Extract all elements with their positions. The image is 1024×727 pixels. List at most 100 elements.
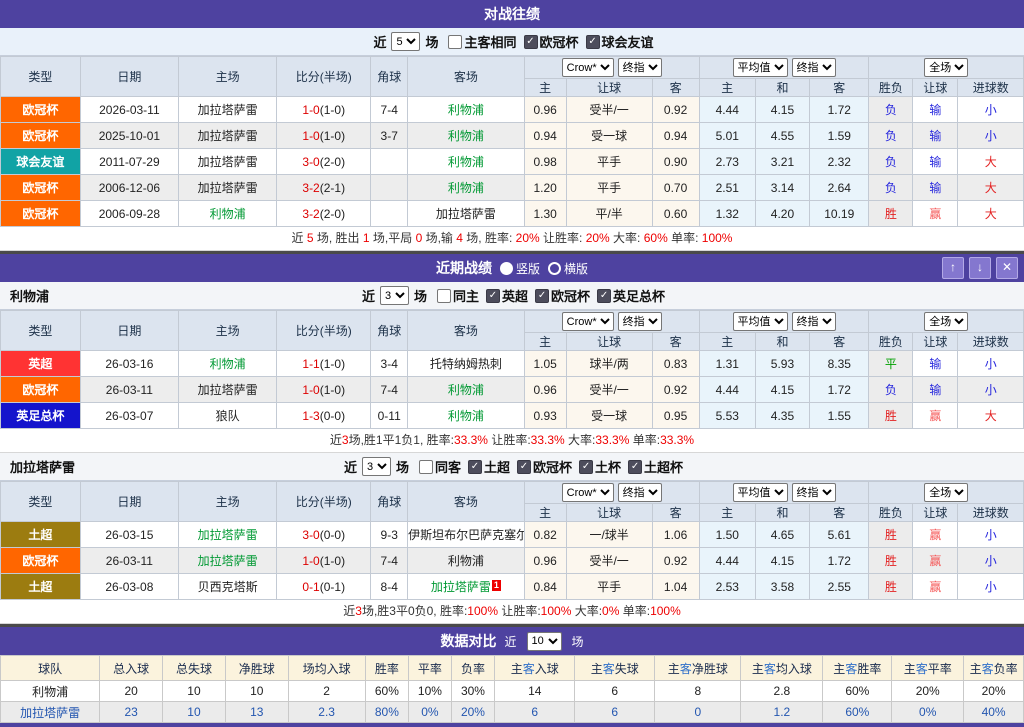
odds-handicap: 平/半 xyxy=(566,201,652,227)
h2h-count-select[interactable]: 5 xyxy=(391,32,420,51)
column-header: 主 xyxy=(699,333,755,351)
galatasaray-odds-primary-select[interactable]: Crow* xyxy=(562,483,614,502)
liverpool-scope-select[interactable]: 全场 xyxy=(924,312,968,331)
checkbox-label: 同客 xyxy=(435,457,461,476)
column-header: 类型 xyxy=(1,311,81,351)
odds-home: 1.05 xyxy=(524,351,566,377)
average-draw: 3.21 xyxy=(755,149,809,175)
team-name-liverpool: 利物浦 xyxy=(10,286,49,305)
galatasaray-filter-checkbox[interactable]: 同客 xyxy=(412,457,461,476)
match-score: 1-3(0-0) xyxy=(277,403,371,429)
h2h-average-secondary-select[interactable]: 终指 xyxy=(792,58,836,77)
liverpool-filter-checkbox[interactable]: ✓英超 xyxy=(479,286,528,305)
compare-column-header: 场均入球 xyxy=(288,656,365,681)
average-away: 1.59 xyxy=(810,123,869,149)
competition-badge: 欧冠杯 xyxy=(1,548,81,574)
match-date: 2006-12-06 xyxy=(80,175,178,201)
odds-handicap: 平手 xyxy=(566,175,652,201)
galatasaray-count-select[interactable]: 3 xyxy=(362,457,391,476)
match-row: 土超26-03-08贝西克塔斯0-1(0-1)8-4加拉塔萨雷10.84平手1.… xyxy=(1,574,1024,600)
compare-row: 加拉塔萨雷2310132.380%0%20%6601.260%0%40% xyxy=(1,702,1024,723)
galatasaray-scope-select[interactable]: 全场 xyxy=(924,483,968,502)
checked-checkbox-icon: ✓ xyxy=(517,460,531,474)
h2h-odds-secondary-select[interactable]: 终指 xyxy=(618,58,662,77)
galatasaray-average-secondary-select[interactable]: 终指 xyxy=(792,483,836,502)
near-label: 近 xyxy=(504,633,516,650)
matches-label: 场 xyxy=(414,286,427,305)
galatasaray-filter-checkbox[interactable]: ✓土超杯 xyxy=(621,457,683,476)
recent-title-bar: 近期战绩 竖版 横版 ↑ ↓ ✕ xyxy=(0,251,1024,282)
result-wdl: 胜 xyxy=(869,201,913,227)
checked-checkbox-icon: ✓ xyxy=(579,460,593,474)
competition-badge: 英超 xyxy=(1,351,81,377)
average-draw: 4.35 xyxy=(755,403,809,429)
home-team: 利物浦 xyxy=(178,351,276,377)
move-down-button[interactable]: ↓ xyxy=(969,257,991,279)
odds-handicap: 受半/一 xyxy=(566,377,652,403)
away-team: 加拉塔萨雷 xyxy=(408,201,525,227)
odds-home: 0.96 xyxy=(524,548,566,574)
close-button[interactable]: ✕ xyxy=(996,257,1018,279)
odds-select-group: Crow*终指 xyxy=(524,57,699,79)
liverpool-odds-secondary-select[interactable]: 终指 xyxy=(618,312,662,331)
home-team: 加拉塔萨雷 xyxy=(178,97,276,123)
result-handicap: 输 xyxy=(913,351,958,377)
result-handicap: 赢 xyxy=(913,548,958,574)
compare-title-bar: 数据对比 近 10 场 xyxy=(0,624,1024,655)
galatasaray-filter-checkbox[interactable]: ✓欧冠杯 xyxy=(510,457,572,476)
compare-value: 20% xyxy=(892,681,964,702)
h2h-average-select[interactable]: 平均值 xyxy=(733,58,788,77)
h2h-filter-checkbox[interactable]: ✓球会友谊 xyxy=(579,32,654,51)
near-label: 近 xyxy=(362,286,375,305)
away-team: 利物浦 xyxy=(408,149,525,175)
liverpool-count-select[interactable]: 3 xyxy=(380,286,409,305)
compare-value: 2.3 xyxy=(288,702,365,723)
odds-away: 1.04 xyxy=(652,574,699,600)
result-wdl: 负 xyxy=(869,175,913,201)
average-away: 2.64 xyxy=(810,175,869,201)
h2h-table: 类型日期主场比分(半场)角球客场Crow*终指平均值终指全场主让球客主和客胜负让… xyxy=(0,56,1024,227)
liverpool-average-select[interactable]: 平均值 xyxy=(733,312,788,331)
away-team: 利物浦 xyxy=(408,377,525,403)
result-goals: 大 xyxy=(958,403,1024,429)
radio-horizontal[interactable]: 横版 xyxy=(548,260,588,277)
corner-score: 9-3 xyxy=(371,522,408,548)
liverpool-filter-checkbox[interactable]: 同主 xyxy=(430,286,479,305)
compare-value: 60% xyxy=(823,702,892,723)
galatasaray-filter-checkbox[interactable]: ✓土超 xyxy=(461,457,510,476)
average-home: 4.44 xyxy=(699,377,755,403)
column-header: 比分(半场) xyxy=(277,482,371,522)
galatasaray-filter-checkbox[interactable]: ✓土杯 xyxy=(572,457,621,476)
galatasaray-table: 类型日期主场比分(半场)角球客场Crow*终指平均值终指全场主让球客主和客胜负让… xyxy=(0,481,1024,600)
h2h-summary: 近 5 场, 胜出 1 场,平局 0 场,输 4 场, 胜率: 20% 让胜率:… xyxy=(0,227,1024,251)
average-home: 4.44 xyxy=(699,97,755,123)
galatasaray-average-select[interactable]: 平均值 xyxy=(733,483,788,502)
average-home: 1.50 xyxy=(699,522,755,548)
liverpool-odds-primary-select[interactable]: Crow* xyxy=(562,312,614,331)
radio-vertical[interactable]: 竖版 xyxy=(500,260,540,277)
average-draw: 4.65 xyxy=(755,522,809,548)
column-header: 客 xyxy=(652,504,699,522)
unchecked-checkbox-icon xyxy=(437,289,451,303)
h2h-filter-checkbox[interactable]: ✓欧冠杯 xyxy=(517,32,579,51)
liverpool-filter-row: 利物浦 近3场同主✓英超✓欧冠杯✓英足总杯 xyxy=(0,282,1024,310)
result-handicap: 输 xyxy=(913,123,958,149)
checkbox-label: 主客相同 xyxy=(464,32,516,51)
checkbox-label: 土超杯 xyxy=(644,457,683,476)
result-goals: 小 xyxy=(958,351,1024,377)
liverpool-filter-checkbox[interactable]: ✓英足总杯 xyxy=(590,286,665,305)
checkbox-label: 英超 xyxy=(502,286,528,305)
move-up-button[interactable]: ↑ xyxy=(942,257,964,279)
column-header: 客场 xyxy=(408,57,525,97)
compare-value: 10 xyxy=(225,681,288,702)
compare-count-select[interactable]: 10 xyxy=(527,632,562,651)
galatasaray-odds-secondary-select[interactable]: 终指 xyxy=(618,483,662,502)
result-handicap: 输 xyxy=(913,377,958,403)
liverpool-average-secondary-select[interactable]: 终指 xyxy=(792,312,836,331)
h2h-odds-primary-select[interactable]: Crow* xyxy=(562,58,614,77)
checkbox-label: 欧冠杯 xyxy=(540,32,579,51)
window-buttons: ↑ ↓ ✕ xyxy=(942,254,1018,282)
h2h-scope-select[interactable]: 全场 xyxy=(924,58,968,77)
h2h-filter-checkbox[interactable]: 主客相同 xyxy=(441,32,516,51)
liverpool-filter-checkbox[interactable]: ✓欧冠杯 xyxy=(528,286,590,305)
